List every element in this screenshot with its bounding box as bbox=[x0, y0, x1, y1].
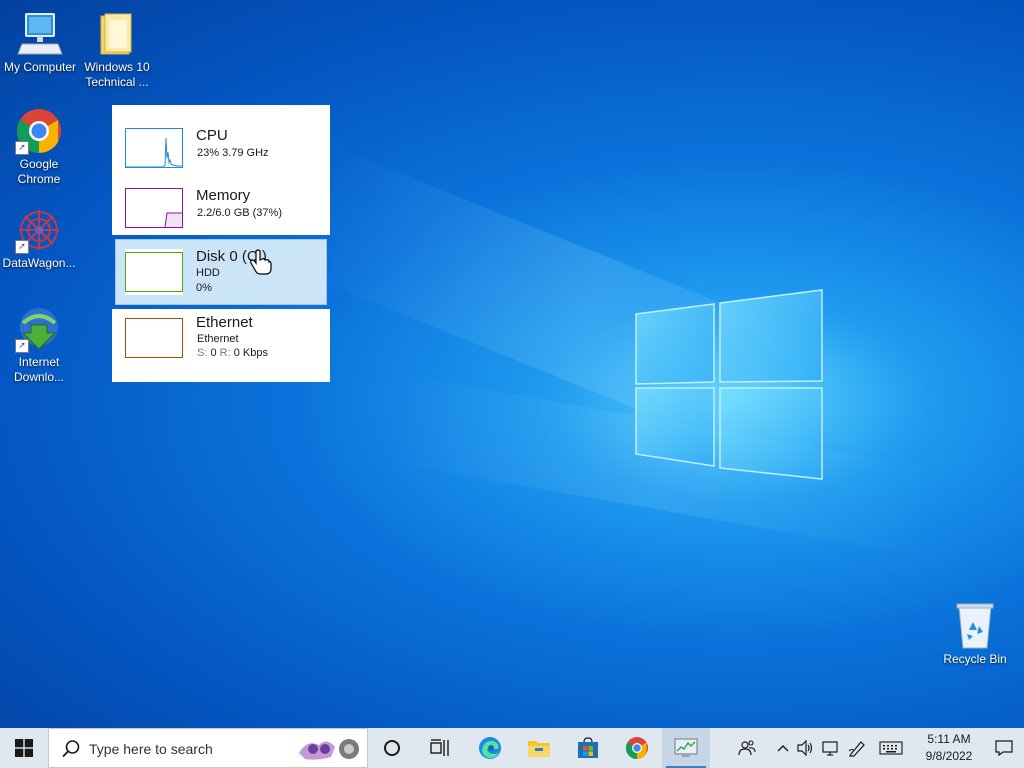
desktop-icon-internet-download-manager[interactable]: ➚ Internet Downlo... bbox=[0, 305, 79, 385]
cortana-button[interactable] bbox=[368, 728, 416, 768]
taskbar-store-button[interactable] bbox=[564, 728, 612, 768]
taskbar-clock[interactable]: 5:11 AM 9/8/2022 bbox=[914, 731, 984, 765]
touch-keyboard-button[interactable] bbox=[874, 728, 908, 768]
ethernet-recv-value: 0 Kbps bbox=[233, 347, 268, 359]
folder-icon bbox=[93, 10, 141, 58]
network-wired-icon bbox=[822, 741, 838, 756]
perf-item-disk[interactable]: Disk 0 (C:) HDD 0% bbox=[115, 239, 327, 305]
cpu-detail: 23% 3.79 GHz bbox=[197, 147, 269, 159]
taskbar-file-explorer-button[interactable] bbox=[515, 728, 563, 768]
task-manager-icon bbox=[674, 738, 698, 757]
chevron-up-icon bbox=[777, 745, 789, 752]
taskbar-search-box[interactable]: Type here to search bbox=[48, 728, 368, 768]
volume-button[interactable] bbox=[795, 728, 817, 768]
pen-icon bbox=[848, 741, 865, 757]
perf-group-bottom: Ethernet Ethernet S: 0 R: 0 Kbps bbox=[112, 309, 330, 382]
clock-time: 5:11 AM bbox=[927, 732, 971, 746]
ethernet-graph bbox=[125, 315, 183, 361]
taskbar-task-manager-button[interactable] bbox=[662, 728, 710, 768]
desktop-icon-label: Windows 10 Technical ... bbox=[84, 60, 150, 89]
action-center-button[interactable] bbox=[984, 728, 1024, 768]
desktop-icon-label: DataWagon... bbox=[2, 256, 76, 270]
search-highlight-illustration-icon bbox=[299, 739, 359, 760]
desktop-icon-windows10-technical[interactable]: Windows 10 Technical ... bbox=[77, 10, 157, 90]
desktop-icon-recycle-bin[interactable]: Recycle Bin bbox=[935, 602, 1015, 667]
desktop-icon-label: Google Chrome bbox=[17, 157, 61, 186]
desktop-icon-label: Recycle Bin bbox=[943, 652, 1007, 666]
internet-download-manager-icon: ➚ bbox=[15, 305, 63, 353]
shortcut-arrow-icon: ➚ bbox=[15, 240, 29, 254]
shortcut-arrow-icon: ➚ bbox=[15, 339, 29, 353]
people-button[interactable] bbox=[732, 728, 762, 768]
memory-graph bbox=[125, 188, 183, 228]
ethernet-throughput: S: 0 R: 0 Kbps bbox=[197, 347, 268, 359]
notification-icon bbox=[995, 740, 1013, 757]
keyboard-icon bbox=[879, 741, 903, 755]
desktop-icon-label: My Computer bbox=[3, 60, 77, 74]
search-icon bbox=[62, 740, 80, 758]
memory-detail: 2.2/6.0 GB (37%) bbox=[197, 207, 282, 219]
perf-item-cpu[interactable]: CPU 23% 3.79 GHz bbox=[112, 120, 330, 180]
clock-date: 9/8/2022 bbox=[925, 749, 973, 763]
computer-icon bbox=[16, 10, 64, 58]
hand-cursor-icon bbox=[250, 249, 272, 275]
perf-group-top: CPU 23% 3.79 GHz Memory 2.2/6.0 GB (37%) bbox=[112, 105, 330, 235]
disk-graph bbox=[125, 249, 183, 295]
taskbar-chrome-button[interactable] bbox=[613, 728, 661, 768]
performance-summary-panel: CPU 23% 3.79 GHz Memory 2.2/6.0 GB (37%)… bbox=[112, 105, 330, 382]
pen-workspace-button[interactable] bbox=[845, 728, 869, 768]
search-placeholder: Type here to search bbox=[89, 741, 213, 757]
disk-usage: 0% bbox=[196, 282, 212, 294]
windows-start-icon bbox=[15, 739, 33, 757]
recycle-bin-icon bbox=[951, 602, 999, 650]
taskbar-edge-button[interactable] bbox=[466, 728, 514, 768]
memory-title: Memory bbox=[196, 187, 251, 204]
chrome-icon bbox=[626, 737, 648, 759]
ethernet-send-label: S: bbox=[197, 347, 208, 359]
shortcut-arrow-icon: ➚ bbox=[15, 141, 29, 155]
ethernet-adapter: Ethernet bbox=[197, 333, 239, 345]
edge-icon bbox=[479, 737, 501, 759]
disk-type: HDD bbox=[196, 267, 220, 279]
ethernet-recv-label: R: bbox=[219, 347, 231, 359]
task-view-icon bbox=[430, 739, 449, 756]
ethernet-send-value: 0 bbox=[210, 347, 217, 359]
cpu-title: CPU bbox=[196, 127, 228, 144]
task-view-button[interactable] bbox=[416, 728, 464, 768]
chrome-icon: ➚ bbox=[15, 107, 63, 155]
start-button[interactable] bbox=[0, 728, 48, 768]
cpu-graph bbox=[125, 128, 183, 168]
network-button[interactable] bbox=[819, 728, 843, 768]
desktop-icon-google-chrome[interactable]: ➚ Google Chrome bbox=[0, 107, 79, 187]
show-hidden-icons-button[interactable] bbox=[774, 728, 792, 768]
desktop-icon-label: Internet Downlo... bbox=[13, 355, 65, 384]
desktop-icon-datawagon[interactable]: ➚ DataWagon... bbox=[0, 206, 79, 271]
microsoft-store-icon bbox=[578, 737, 598, 758]
ethernet-title: Ethernet bbox=[196, 314, 253, 331]
taskbar: Type here to search 5:11 AM 9/8/2022 bbox=[0, 728, 1024, 768]
people-icon bbox=[738, 740, 756, 756]
file-explorer-icon bbox=[528, 741, 550, 757]
speaker-icon bbox=[797, 740, 813, 756]
perf-item-ethernet[interactable]: Ethernet Ethernet S: 0 R: 0 Kbps bbox=[112, 309, 330, 382]
desktop-icon-my-computer[interactable]: My Computer bbox=[0, 10, 80, 75]
datawagon-icon: ➚ bbox=[15, 206, 63, 254]
perf-item-memory[interactable]: Memory 2.2/6.0 GB (37%) bbox=[112, 180, 330, 235]
windows-wallpaper-logo bbox=[635, 289, 823, 480]
cortana-circle-icon bbox=[384, 740, 400, 756]
